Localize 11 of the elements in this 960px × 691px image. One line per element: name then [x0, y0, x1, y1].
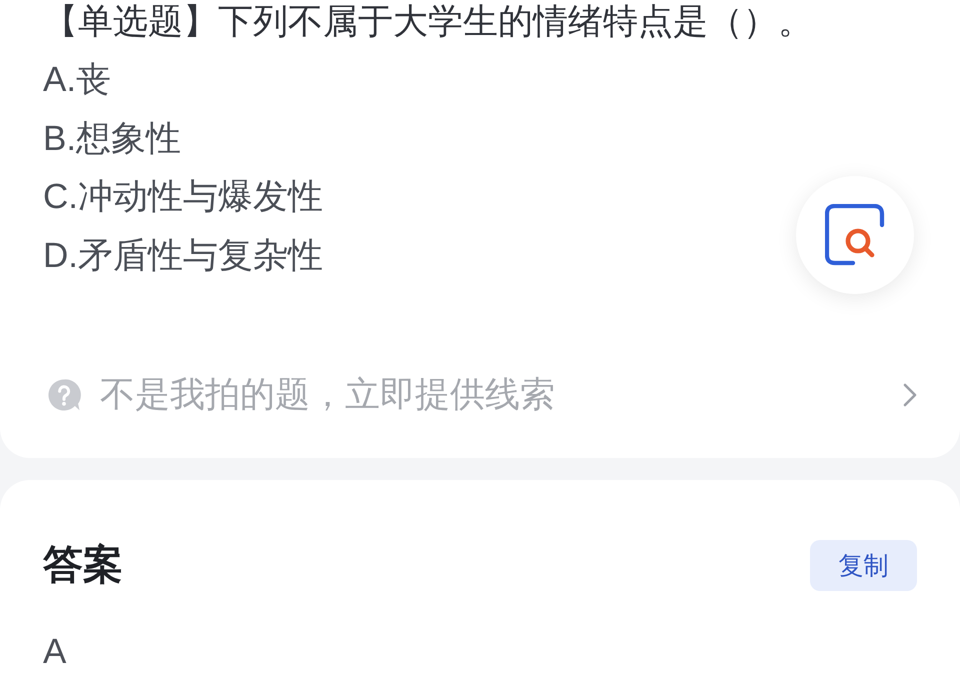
- copy-button[interactable]: 复制: [810, 540, 917, 591]
- help-icon: [47, 378, 81, 412]
- answer-text: A: [43, 631, 66, 673]
- question-text: 【单选题】下列不属于大学生的情绪特点是（）。: [43, 1, 814, 43]
- option-text: A.丧: [43, 59, 112, 101]
- option-text: C.冲动性与爆发性: [43, 176, 323, 218]
- option-text: D.矛盾性与复杂性: [43, 235, 323, 278]
- answer-title: 答案: [43, 542, 123, 589]
- option-text: B.想象性: [43, 118, 182, 160]
- chevron-right-icon[interactable]: [903, 382, 917, 407]
- frame-search-icon: [825, 204, 885, 266]
